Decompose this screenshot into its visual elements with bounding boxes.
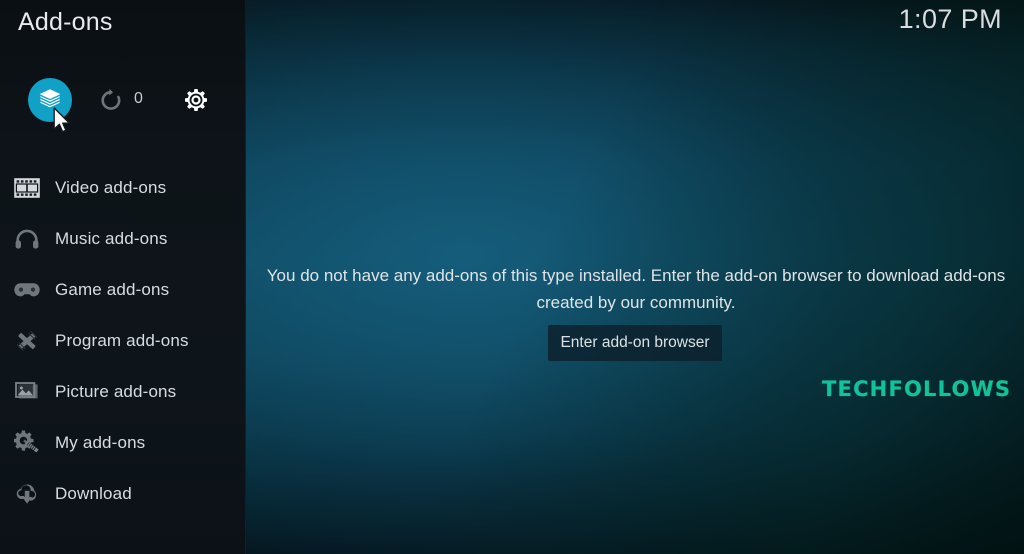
sidebar-item-music-addons[interactable]: Music add-ons (0, 213, 246, 264)
update-count: 0 (134, 90, 143, 107)
picture-icon (10, 378, 44, 406)
settings-button[interactable] (180, 84, 212, 116)
gamepad-icon (10, 276, 44, 304)
sidebar: Add-ons 0 Video add-ons Music add-ons Ga… (0, 0, 246, 554)
headphones-icon (10, 225, 44, 253)
clock: 1:07 PM (898, 4, 1002, 34)
sidebar-item-program-addons[interactable]: Program add-ons (0, 315, 246, 366)
addons-browser-button[interactable] (28, 78, 72, 122)
enter-addon-browser-button[interactable]: Enter add-on browser (548, 325, 722, 361)
refresh-icon (101, 88, 121, 110)
sidebar-item-video-addons[interactable]: Video add-ons (0, 162, 246, 213)
gear-icon (185, 89, 207, 111)
gear-screwdriver-icon (10, 429, 44, 457)
tools-icon (10, 327, 44, 355)
open-box-icon (39, 89, 61, 108)
sidebar-item-label: My add-ons (55, 432, 146, 452)
sidebar-item-label: Video add-ons (55, 177, 167, 197)
watermark: TECHFOLLOWS (822, 377, 1012, 401)
cloud-download-icon (10, 480, 44, 508)
sidebar-item-label: Music add-ons (55, 228, 168, 248)
sidebar-item-my-addons[interactable]: My add-ons (0, 417, 246, 468)
film-strip-icon (10, 174, 44, 202)
kodi-addons-screen: Add-ons 0 Video add-ons Music add-ons Ga… (0, 0, 1024, 554)
check-for-updates-button[interactable] (96, 84, 126, 116)
sidebar-item-label: Download (55, 483, 132, 503)
sidebar-item-game-addons[interactable]: Game add-ons (0, 264, 246, 315)
sidebar-item-label: Program add-ons (55, 330, 189, 350)
sidebar-item-label: Game add-ons (55, 279, 170, 299)
sidebar-item-label: Picture add-ons (55, 381, 177, 401)
sidebar-item-picture-addons[interactable]: Picture add-ons (0, 366, 246, 417)
page-title: Add-ons (18, 8, 113, 36)
sidebar-toolbar: 0 (0, 78, 246, 130)
empty-state-message: You do not have any add-ons of this type… (266, 266, 1006, 312)
sidebar-item-download[interactable]: Download (0, 468, 246, 519)
sidebar-menu: Video add-ons Music add-ons Game add-ons… (0, 162, 246, 519)
